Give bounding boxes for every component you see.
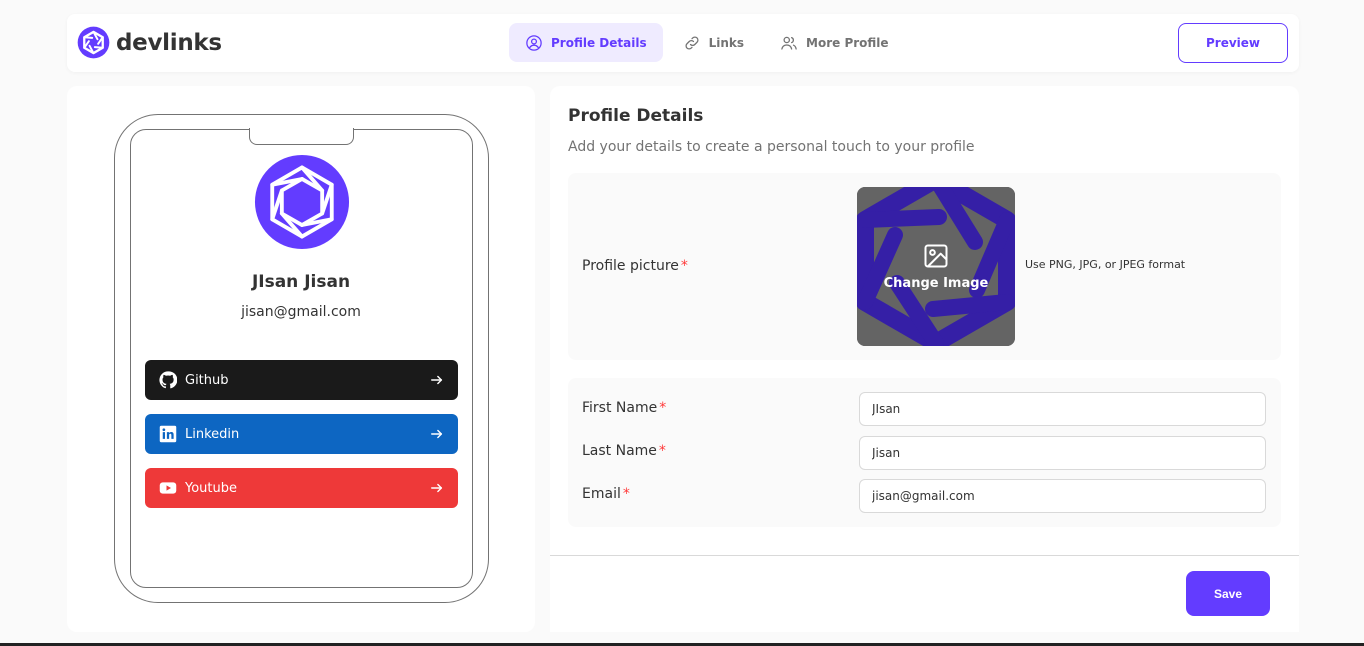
profile-picture-label: Profile picture * <box>582 258 688 274</box>
page-title: Profile Details <box>568 106 704 126</box>
tab-label: Links <box>708 35 745 50</box>
tab-label: More Profile <box>806 35 889 50</box>
save-button[interactable]: Save <box>1186 571 1270 616</box>
preview-name: JIsan Jisan <box>251 272 351 292</box>
top-navbar: devlinks Profile Details Links More Prof… <box>67 14 1299 72</box>
email-label: Email * <box>582 486 630 502</box>
last-name-input[interactable] <box>859 436 1266 470</box>
required-mark: * <box>622 486 630 502</box>
change-image-overlay: Change Image <box>857 187 1015 346</box>
youtube-link-button[interactable]: Youtube <box>145 468 458 508</box>
app-name: devlinks <box>116 29 222 56</box>
arrow-right-icon <box>431 429 443 439</box>
youtube-icon <box>159 482 177 494</box>
profile-details-panel: Profile Details Add your details to crea… <box>550 86 1299 632</box>
footer-divider <box>550 555 1299 556</box>
github-link-button[interactable]: Github <box>145 360 458 400</box>
email-input[interactable] <box>859 479 1266 513</box>
last-name-label: Last Name * <box>582 443 666 459</box>
required-mark: * <box>659 400 667 416</box>
label-text: First Name <box>582 400 658 416</box>
linkedin-link-button[interactable]: Linkedin <box>145 414 458 454</box>
link-icon <box>685 35 699 50</box>
required-mark: * <box>680 258 688 274</box>
profile-picture-upload[interactable]: Change Image <box>857 187 1015 346</box>
arrow-right-icon <box>431 375 443 385</box>
page-subtitle: Add your details to create a personal to… <box>568 139 975 155</box>
preview-email: jisan@gmail.com <box>241 304 361 320</box>
change-image-label: Change Image <box>883 276 989 291</box>
personal-info-form: First Name* Last Name* Email* <box>568 378 1281 527</box>
tab-more-profile[interactable]: More Profile <box>764 23 905 62</box>
label-text: Profile picture <box>582 258 679 274</box>
phone-notch <box>249 128 354 145</box>
tab-profile-details[interactable]: Profile Details <box>509 23 663 62</box>
label-text: Last Name <box>582 443 657 459</box>
tab-label: Profile Details <box>551 35 647 50</box>
image-icon <box>924 244 948 268</box>
tab-links[interactable]: Links <box>667 23 760 62</box>
label-text: Email <box>582 486 621 502</box>
app-logo[interactable]: devlinks <box>77 26 222 59</box>
link-label: Linkedin <box>185 426 240 442</box>
user-circle-icon <box>526 34 542 51</box>
devlinks-logo-icon <box>77 26 110 59</box>
arrow-right-icon <box>431 483 443 493</box>
users-icon <box>781 36 797 50</box>
github-icon <box>159 371 177 389</box>
first-name-label: First Name * <box>582 400 666 416</box>
avatar <box>254 154 350 250</box>
main-nav-tabs: Profile Details Links More Profile <box>509 23 909 62</box>
first-name-input[interactable] <box>859 392 1266 426</box>
linkedin-icon <box>159 425 177 443</box>
profile-picture-section: Profile picture * Change Image Use PNG, … <box>568 173 1281 360</box>
preview-button[interactable]: Preview <box>1178 23 1288 63</box>
required-mark: * <box>658 443 666 459</box>
phone-preview-panel: JIsan Jisan jisan@gmail.com Github Linke… <box>67 86 535 632</box>
picture-format-hint: Use PNG, JPG, or JPEG format <box>1025 258 1186 271</box>
link-label: Youtube <box>185 480 237 496</box>
link-label: Github <box>185 372 229 388</box>
